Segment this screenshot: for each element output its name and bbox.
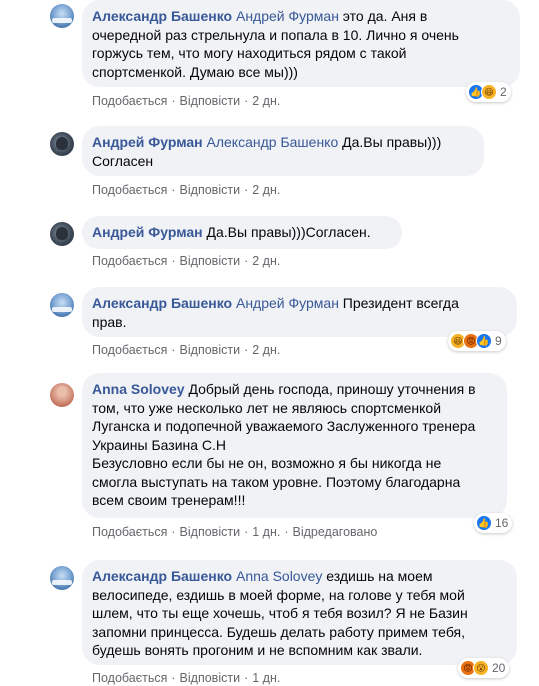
- timestamp[interactable]: 1 дн.: [252, 525, 280, 539]
- reactions-summary[interactable]: 😡 😮 20: [458, 658, 510, 678]
- comment-text: будешь вонять прогоним и не вспомним как…: [92, 642, 423, 658]
- comment-text: Президент всегда: [338, 295, 459, 311]
- like-button[interactable]: Подобається: [92, 254, 167, 268]
- reactions-summary[interactable]: 👍 16: [474, 513, 513, 533]
- comment-text: это да. Аня в: [338, 8, 428, 24]
- reply-button[interactable]: Відповісти: [180, 671, 241, 685]
- comment-text: Луганска и подопечной уважаемого Заслуже…: [92, 418, 476, 434]
- avatar[interactable]: [50, 4, 74, 28]
- comment-text: запомни принцесса. Будешь делать работу …: [92, 623, 465, 640]
- like-button[interactable]: Подобається: [92, 343, 167, 357]
- reactions-summary[interactable]: 😆 😡 👍 9: [448, 331, 506, 351]
- reaction-count: 9: [495, 334, 502, 348]
- comment-text: Согласен: [92, 152, 154, 169]
- comment-actions: Подобається · Відповісти · 1 дн.: [92, 671, 281, 685]
- comment-bubble: Anna Solovey Добрый день господа, принош…: [82, 373, 507, 518]
- like-button[interactable]: Подобається: [92, 525, 167, 539]
- timestamp[interactable]: 2 дн.: [252, 183, 280, 197]
- edited-label[interactable]: Відредаговано: [293, 525, 378, 539]
- timestamp[interactable]: 2 дн.: [252, 94, 280, 108]
- comment-text: велосипеде, ездишь в моей форме, на голо…: [92, 586, 465, 603]
- comment-bubble: Александр Башенко Андрей Фурман это да. …: [82, 0, 520, 87]
- haha-icon: 😆: [481, 84, 497, 100]
- comment-text: Украины Базина С.Н: [92, 436, 227, 453]
- comment-author[interactable]: Андрей Фурман: [92, 134, 203, 150]
- like-button[interactable]: Подобається: [92, 183, 167, 197]
- avatar[interactable]: [50, 383, 74, 407]
- mention-link[interactable]: Александр Башенко: [207, 134, 339, 150]
- comment-text: спортсменкой. Думаю все мы))): [92, 63, 298, 80]
- comment-text: прав.: [92, 313, 127, 330]
- comment-bubble: Александр Башенко Андрей Фурман Президен…: [82, 287, 517, 337]
- comment-bubble: Андрей Фурман Александр Башенко Да.Вы пр…: [82, 126, 484, 176]
- comment-text: очередной раз стрельнула и попала в 10. …: [92, 26, 459, 43]
- comment-author[interactable]: Андрей Фурман: [92, 224, 203, 240]
- reactions-summary[interactable]: 👍 😆 2: [466, 82, 511, 102]
- comment-bubble: Андрей Фурман Да.Вы правы)))Согласен.: [82, 216, 402, 249]
- mention-link[interactable]: Anna Solovey: [236, 568, 322, 584]
- timestamp[interactable]: 2 дн.: [252, 254, 280, 268]
- like-icon: 👍: [476, 515, 492, 531]
- timestamp[interactable]: 1 дн.: [252, 671, 280, 685]
- reaction-count: 2: [500, 85, 507, 99]
- avatar[interactable]: [50, 132, 74, 156]
- comment-actions: Подобається · Відповісти · 1 дн. · Відредагова…: [92, 525, 378, 539]
- comment-actions: Подобається · Відповісти · 2 дн.: [92, 343, 281, 357]
- reaction-count: 20: [492, 661, 506, 675]
- like-icon: 👍: [476, 333, 492, 349]
- reply-button[interactable]: Відповісти: [180, 94, 241, 108]
- reply-button[interactable]: Відповісти: [180, 254, 241, 268]
- wow-icon: 😮: [473, 660, 489, 676]
- comment-text: Да.Вы правы))): [338, 134, 442, 150]
- like-button[interactable]: Подобається: [92, 671, 167, 685]
- reply-button[interactable]: Відповісти: [180, 525, 241, 539]
- comment-actions: Подобається · Відповісти · 2 дн.: [92, 254, 281, 268]
- comment-bubble: Александр Башенко Anna Solovey ездишь на…: [82, 560, 517, 665]
- comment-text: горжусь тем, что могу находиться рядом с…: [92, 45, 407, 61]
- comment-text: всем своим тренерам!!!: [92, 492, 246, 508]
- comment-text: Добрый день господа, приношу уточнения в: [184, 381, 476, 397]
- reply-button[interactable]: Відповісти: [180, 183, 241, 197]
- reply-button[interactable]: Відповісти: [180, 343, 241, 357]
- comment-text: Да.Вы правы)))Согласен.: [202, 224, 371, 240]
- comment-author[interactable]: Александр Башенко: [92, 8, 232, 24]
- comment-actions: Подобається · Відповісти · 2 дн.: [92, 94, 281, 108]
- reaction-count: 16: [495, 516, 509, 530]
- comment-actions: Подобається · Відповісти · 2 дн.: [92, 183, 281, 197]
- timestamp[interactable]: 2 дн.: [252, 343, 280, 357]
- avatar[interactable]: [50, 222, 74, 246]
- comment-author[interactable]: Anna Solovey: [92, 381, 185, 397]
- avatar[interactable]: [50, 293, 74, 317]
- comment-text: шлем, что ты еще хочешь, чтоб я тебя воз…: [92, 605, 468, 621]
- comment-text: том, что уже несколько лет не являюсь сп…: [92, 399, 442, 416]
- comment-text: ездишь на моем: [322, 568, 433, 584]
- comment-text: смогла выступать на таком уровне. Поэтом…: [92, 473, 461, 490]
- mention-link[interactable]: Андрей Фурман: [236, 295, 339, 311]
- avatar[interactable]: [50, 566, 74, 590]
- comment-text: Безусловно если бы не он, возможно я бы …: [92, 455, 442, 471]
- mention-link[interactable]: Андрей Фурман: [236, 8, 339, 24]
- comment-author[interactable]: Александр Башенко: [92, 568, 232, 584]
- like-button[interactable]: Подобається: [92, 94, 167, 108]
- comment-author[interactable]: Александр Башенко: [92, 295, 232, 311]
